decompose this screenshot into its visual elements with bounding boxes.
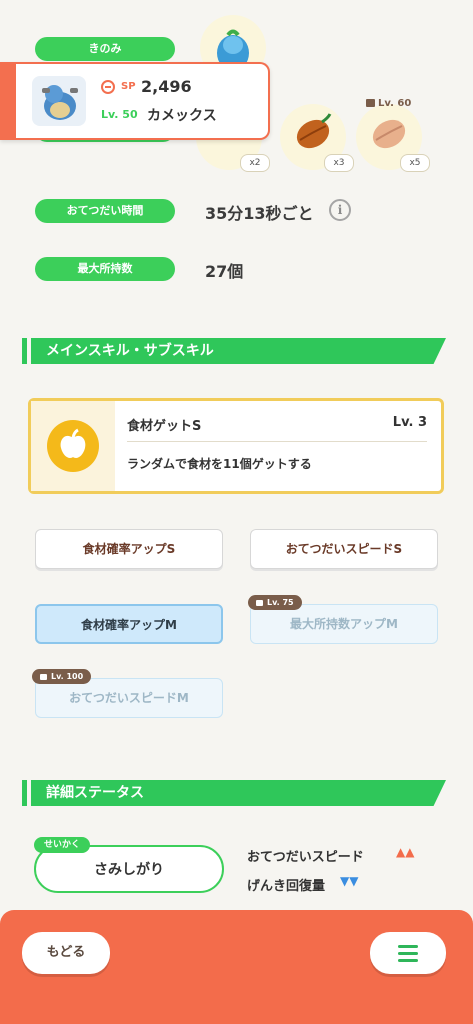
subskill-2[interactable]: おてつだいスピードS (250, 529, 438, 569)
nature-up-arrows: ▲▲ (396, 845, 415, 859)
ingredient-slot-3[interactable]: x5 (356, 104, 430, 172)
card-stripe (0, 64, 16, 138)
pokemon-card[interactable]: SP 2,496 Lv. 50 カメックス (0, 62, 270, 140)
sp-icon (101, 80, 115, 94)
nature-up-label: おてつだいスピード (247, 850, 364, 865)
main-skill-card[interactable]: 食材ゲットS Lv. 3 ランダムで食材を11個ゲットする (28, 398, 444, 494)
section-title: 詳細ステータス (46, 785, 144, 801)
subskill-5[interactable]: おてつだいスピードM (35, 678, 223, 718)
menu-button[interactable] (370, 932, 446, 974)
section-title: メインスキル・サブスキル (46, 343, 214, 359)
nature-name: さみしがり (94, 862, 164, 878)
max-carry-label: 最大所持数 (35, 257, 175, 281)
lock-icon (40, 673, 47, 680)
ingredient-count: x5 (400, 154, 430, 172)
pokemon-level: Lv. 50 (101, 108, 138, 121)
subskill-1[interactable]: 食材確率アップS (35, 529, 223, 569)
skill-icon-panel (31, 401, 115, 491)
lock-level: Lv. 75 (267, 598, 294, 607)
skill-name: 食材ゲットS (127, 419, 202, 434)
nature-down-arrows: ▼▼ (340, 874, 359, 888)
help-time-value: 35分13秒ごと (205, 204, 314, 223)
subskill-4-lock: Lv. 75 (248, 595, 302, 610)
lock-icon (256, 599, 263, 606)
skill-level: Lv. 3 (392, 415, 427, 430)
pokemon-avatar (32, 76, 86, 126)
skill-description: ランダムで食材を11個ゲットする (127, 457, 312, 471)
hamburger-icon (398, 945, 418, 962)
info-icon[interactable]: i (329, 199, 351, 221)
berry-label: きのみ (35, 37, 175, 61)
ingredient-slot-2[interactable]: x3 (280, 104, 354, 172)
ingredient-count: x3 (324, 154, 354, 172)
footer-bar: もどる (0, 910, 473, 1024)
lock-level: Lv. 100 (51, 672, 84, 681)
ingredient-lock-level: Lv. 60 (366, 98, 411, 109)
subskill-5-lock: Lv. 100 (32, 669, 92, 684)
lock-level-text: Lv. 60 (378, 98, 412, 109)
apple-icon (47, 420, 99, 472)
section-header-details: 詳細ステータス (22, 780, 446, 806)
skill-divider (127, 441, 427, 442)
sp-value: 2,496 (141, 77, 192, 96)
section-header-skills: メインスキル・サブスキル (22, 338, 446, 364)
lock-icon (366, 99, 375, 107)
nature-tag: せいかく (34, 837, 91, 853)
subskill-3[interactable]: 食材確率アップM (35, 604, 223, 644)
ingredient-count: x2 (240, 154, 270, 172)
pokemon-name: カメックス (147, 108, 217, 124)
help-time-label: おてつだい時間 (35, 199, 175, 223)
max-carry-value: 27個 (205, 262, 244, 281)
sp-label: SP (121, 81, 136, 92)
nature-down-label: げんき回復量 (247, 879, 326, 894)
subskill-4[interactable]: 最大所持数アップM (250, 604, 438, 644)
back-button[interactable]: もどる (22, 932, 110, 974)
